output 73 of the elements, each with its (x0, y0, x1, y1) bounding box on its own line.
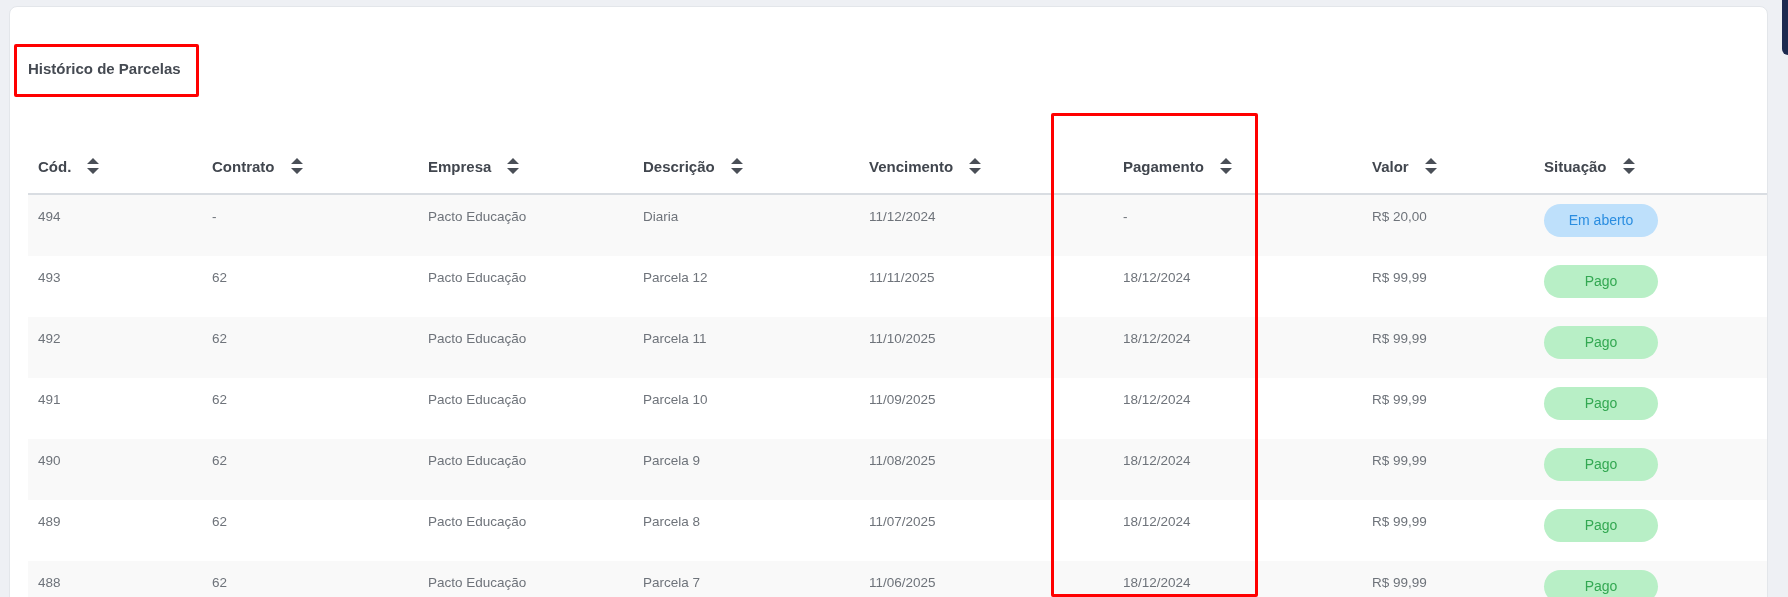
sort-icon[interactable] (87, 158, 100, 174)
column-header: Pagamento (1123, 157, 1204, 175)
table-cell: 18/12/2024 (1123, 514, 1191, 529)
sort-icon[interactable] (1622, 158, 1635, 174)
column-header: Empresa (428, 157, 492, 175)
table-cell: - (1123, 209, 1128, 224)
sort-icon[interactable] (290, 158, 303, 174)
table-cell: Pacto Educação (428, 575, 527, 590)
table-cell: 62 (212, 453, 228, 468)
table-cell: Pacto Educação (428, 392, 527, 407)
table-cell: - (212, 209, 217, 224)
table-cell: 18/12/2024 (1123, 331, 1191, 346)
table-cell: Pacto Educação (428, 453, 527, 468)
status-badge: Pago (1544, 509, 1658, 542)
status-badge: Pago (1544, 265, 1658, 298)
table-cell: R$ 99,99 (1372, 514, 1427, 529)
table-cell: R$ 99,99 (1372, 331, 1427, 346)
table-cell: 11/10/2025 (869, 331, 936, 346)
table-cell: 488 (38, 575, 61, 590)
table-cell: Parcela 10 (643, 392, 708, 407)
table-cell: 62 (212, 575, 228, 590)
column-header: Cód. (38, 157, 72, 175)
table-cell: Parcela 8 (643, 514, 701, 529)
column-header: Descrição (643, 157, 715, 175)
column-header: Vencimento (869, 157, 954, 175)
status-badge: Pago (1544, 326, 1658, 359)
sort-icon[interactable] (1424, 158, 1437, 174)
sort-icon[interactable] (730, 158, 743, 174)
table-cell: 494 (38, 209, 61, 224)
sort-icon[interactable] (969, 158, 982, 174)
table-cell: Parcela 11 (643, 331, 707, 346)
table-cell: R$ 99,99 (1372, 453, 1427, 468)
table-cell: Diaria (643, 209, 679, 224)
table-cell: R$ 99,99 (1372, 270, 1427, 285)
sort-icon[interactable] (1219, 158, 1232, 174)
table-cell: 11/12/2024 (869, 209, 936, 224)
table-cell: 492 (38, 331, 61, 346)
table-cell: Parcela 9 (643, 453, 701, 468)
table-cell: 18/12/2024 (1123, 270, 1191, 285)
sort-icon[interactable] (507, 158, 520, 174)
table-cell: 11/08/2025 (869, 453, 936, 468)
table-cell: R$ 99,99 (1372, 575, 1427, 590)
table-cell: 18/12/2024 (1123, 575, 1191, 590)
table-cell: 11/06/2025 (869, 575, 936, 590)
table-cell: 11/11/2025 (869, 270, 935, 285)
table-cell: Pacto Educação (428, 331, 527, 346)
table-cell: 18/12/2024 (1123, 453, 1191, 468)
table-cell: 493 (38, 270, 61, 285)
table-cell: 18/12/2024 (1123, 392, 1191, 407)
table-cell: Parcela 7 (643, 575, 701, 590)
table-cell: 62 (212, 514, 228, 529)
status-badge: Pago (1544, 570, 1658, 597)
table-cell: 490 (38, 453, 61, 468)
table-cell: Parcela 12 (643, 270, 708, 285)
table-cell: 62 (212, 270, 228, 285)
column-header: Situação (1544, 157, 1607, 175)
table-cell: Pacto Educação (428, 209, 527, 224)
table-cell: R$ 99,99 (1372, 392, 1427, 407)
status-badge: Em aberto (1544, 204, 1658, 237)
table-cell: 489 (38, 514, 61, 529)
status-badge: Pago (1544, 387, 1658, 420)
status-badge: Pago (1544, 448, 1658, 481)
table-cell: 62 (212, 392, 228, 407)
table-cell: R$ 20,00 (1372, 209, 1427, 224)
table-cell: Pacto Educação (428, 270, 527, 285)
table-cell: 62 (212, 331, 228, 346)
column-header: Contrato (212, 157, 275, 175)
table-cell: 491 (38, 392, 61, 407)
table-cell: 11/07/2025 (869, 514, 936, 529)
column-header: Valor (1372, 157, 1409, 175)
table-cell: 11/09/2025 (869, 392, 936, 407)
section-title: Histórico de Parcelas (28, 60, 181, 77)
table-cell: Pacto Educação (428, 514, 527, 529)
